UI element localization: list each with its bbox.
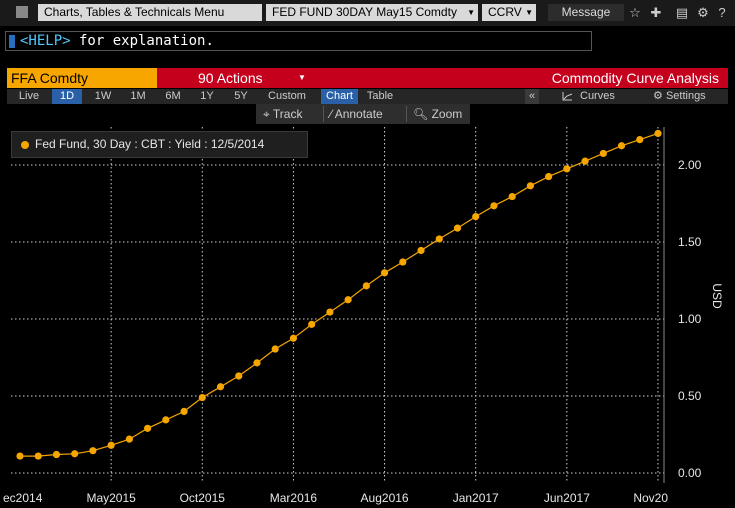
series-line	[20, 132, 659, 457]
y-axis-label: USD	[710, 283, 724, 309]
data-point	[380, 269, 389, 277]
data-point	[144, 424, 152, 432]
legend-series-label: Fed Fund, 30 Day : CBT : Yield : 12/5/20…	[35, 137, 265, 151]
data-point	[636, 135, 644, 144]
data-point	[417, 246, 425, 255]
data-point	[654, 129, 662, 138]
data-point	[472, 212, 480, 221]
data-point	[508, 192, 516, 201]
data-point	[198, 393, 206, 402]
data-point	[289, 334, 298, 342]
data-point	[271, 345, 279, 353]
data-point	[362, 282, 370, 290]
chart-plot[interactable]: 0.00 0.50 1.00 1.50 2.00 USD ec2014 May2015 Oct2…	[0, 0, 735, 508]
y-tick-label: 1.00	[678, 312, 702, 326]
data-point	[490, 202, 498, 210]
chart-legend[interactable]: Fed Fund, 30 Day : CBT : Yield : 12/5/20…	[11, 131, 308, 158]
x-tick-label: Jan2017	[453, 491, 499, 505]
legend-marker	[21, 141, 29, 149]
data-point	[34, 452, 42, 460]
x-tick-label: Oct2015	[180, 491, 226, 505]
data-point	[435, 235, 443, 243]
data-point	[107, 441, 115, 449]
x-tick-label: ec2014	[3, 491, 43, 505]
data-point	[581, 157, 589, 165]
data-point	[125, 435, 133, 443]
y-tick-label: 1.50	[678, 235, 702, 249]
x-tick-label: May2015	[86, 491, 136, 505]
data-point	[453, 224, 462, 232]
y-tick-label: 0.00	[678, 466, 702, 480]
data-point	[399, 258, 407, 266]
y-tick-label: 0.50	[678, 389, 702, 403]
data-point	[599, 149, 607, 158]
data-point	[16, 452, 24, 460]
data-point	[89, 447, 97, 455]
data-point	[253, 359, 261, 367]
data-point	[71, 450, 79, 458]
y-tick-label: 2.00	[678, 158, 702, 172]
data-point	[216, 383, 225, 391]
data-point	[162, 416, 170, 424]
data-point	[326, 308, 334, 316]
data-point	[545, 172, 553, 181]
data-point	[52, 450, 61, 459]
x-tick-label: Aug2016	[361, 491, 409, 505]
data-point	[617, 142, 626, 150]
data-point	[180, 407, 188, 415]
data-point	[235, 372, 243, 380]
data-point	[563, 165, 571, 173]
x-tick-label: Jun2017	[544, 491, 590, 505]
data-point	[308, 320, 316, 328]
x-tick-label: Mar2016	[270, 491, 318, 505]
data-point	[344, 296, 352, 304]
data-point	[526, 182, 535, 190]
x-tick-label: Nov20	[633, 491, 668, 505]
